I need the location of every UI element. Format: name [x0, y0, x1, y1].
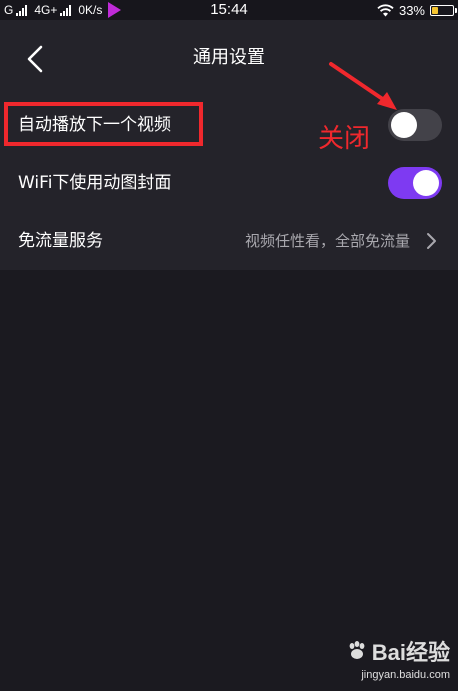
toggle-knob: [413, 170, 439, 196]
data-free-value: 视频任性看，全部免流量: [244, 232, 410, 250]
battery-icon: [430, 4, 457, 16]
watermark-brand-row: Bai经验: [330, 635, 450, 667]
toggle-knob: [391, 112, 417, 138]
watermark: Bai经验 jingyan.baidu.com: [330, 635, 450, 687]
app-logo-icon: [108, 2, 122, 18]
net-speed: 0K/s: [78, 3, 103, 17]
page-title: 通用设置: [193, 47, 265, 68]
paw-icon: [349, 641, 365, 659]
nav-bar: 通用设置: [0, 20, 458, 96]
battery-percent: 33%: [398, 2, 425, 18]
autoplay-label: 自动播放下一个视频: [18, 115, 171, 135]
wifi-icon: [377, 3, 394, 16]
setting-row-autoplay: 自动播放下一个视频: [0, 96, 458, 154]
settings-list: 自动播放下一个视频 WiFi下使用动图封面 免流量服务 视频任性看，全部免流量: [0, 96, 458, 270]
watermark-brand: Bai经验: [371, 640, 450, 665]
carrier-1-label: G: [4, 3, 14, 17]
chevron-left-icon: [27, 45, 43, 73]
wifi-gif-cover-label: WiFi下使用动图封面: [18, 173, 172, 193]
signal-2-icon: [60, 4, 72, 16]
back-button[interactable]: [18, 42, 52, 76]
data-free-label: 免流量服务: [18, 231, 103, 251]
battery-fill: [432, 6, 438, 14]
autoplay-toggle[interactable]: [388, 109, 442, 141]
watermark-url: jingyan.baidu.com: [361, 669, 450, 681]
status-bar: G 4G+ 0K/s 15:44 33%: [0, 0, 458, 20]
chevron-right-icon: [427, 233, 436, 249]
carrier-2-label: 4G+: [34, 3, 58, 17]
setting-row-wifi-gif-cover: WiFi下使用动图封面: [0, 154, 458, 212]
wifi-gif-cover-toggle[interactable]: [388, 167, 442, 199]
setting-row-data-free[interactable]: 免流量服务 视频任性看，全部免流量: [0, 212, 458, 270]
status-left: G 4G+ 0K/s: [4, 0, 122, 20]
status-right: 33%: [377, 0, 457, 20]
signal-1-icon: [16, 4, 28, 16]
